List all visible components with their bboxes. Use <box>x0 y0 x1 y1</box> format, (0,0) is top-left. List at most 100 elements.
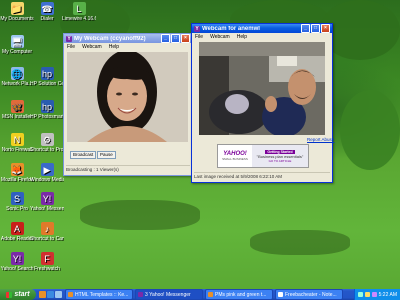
menu-help[interactable]: Help <box>237 34 247 40</box>
desktop-icon-glyph-icon: N <box>10 133 24 146</box>
menu-help[interactable]: Help <box>109 44 119 50</box>
desktop-icon[interactable]: hpHP Photosmart Essential <box>30 100 64 120</box>
desktop-icon-glyph-icon: 🌐 <box>10 67 24 80</box>
desktop-icon-glyph-icon: A <box>10 222 24 235</box>
viewer-webcam-titlebar[interactable]: Y Webcam for anemwl _ □ × <box>192 24 332 33</box>
desktop-icon-glyph-icon: hp <box>40 100 54 113</box>
my-webcam-titlebar[interactable]: Y My Webcam (ccyanoff92) _ □ × <box>64 34 192 43</box>
desktop-icon-glyph-icon: ☎ <box>40 2 54 15</box>
desktop-icon-glyph-icon: L <box>72 2 86 15</box>
my-webcam-window[interactable]: Y My Webcam (ccyanoff92) _ □ × File Webc… <box>63 33 193 176</box>
desktop-icon-label: Yahoo! Search <box>0 266 34 272</box>
taskbar-task-button[interactable]: 3 Yahoo! Messenger <box>135 289 203 300</box>
taskbar-task-button[interactable]: PMs pink and green t... <box>205 289 273 300</box>
desktop-icon-glyph-icon: hp <box>40 67 54 80</box>
tray-volume-icon[interactable] <box>364 292 370 297</box>
yahoo-icon: Y <box>194 25 200 32</box>
desktop-icon-glyph-icon: Y! <box>10 252 24 265</box>
desktop-icon[interactable]: ♪Shortcut to Canada.mp3 <box>30 222 64 242</box>
desktop-icon[interactable]: 🖥 My Computer <box>0 35 34 55</box>
task-label: Freebacheater - Note... <box>285 291 337 298</box>
ad-banner[interactable]: YAHOO! SMALL BUSINESS Getting Started "B… <box>217 144 309 168</box>
desktop-icon-glyph-icon: ⚙ <box>40 133 54 146</box>
desktop-icon[interactable]: ☎ Dialer <box>30 2 64 22</box>
desktop-icon-label: Mozilla Firefox <box>0 177 34 183</box>
desktop-icon[interactable]: ⚙Shortcut to Prog Files <box>30 133 64 153</box>
desktop-icon[interactable]: S Sonic Pro <box>0 192 34 212</box>
clock[interactable]: 5:22 AM <box>379 292 397 298</box>
my-webcam-menubar: File Webcam Help <box>64 43 192 50</box>
desktop-icon[interactable]: ▶Windows Media Player <box>30 163 64 183</box>
ad-text: Getting Started "Business plan essential… <box>252 145 308 167</box>
desktop-icon-label: HP Solution Center <box>30 81 64 87</box>
system-tray: 5:22 AM <box>353 289 400 300</box>
taskbar-task-button[interactable]: HTML Templates :: Ke... <box>65 289 133 300</box>
desktop-icon-label: Freshwatch <box>34 266 60 272</box>
minimize-button[interactable]: _ <box>301 24 310 33</box>
desktop-icon-glyph-icon: 🖥 <box>10 35 24 48</box>
desktop-icon-glyph-icon: ♪ <box>40 222 54 235</box>
desktop-icon[interactable]: N Norto Firewall <box>0 133 34 153</box>
desktop-icon[interactable]: 🦋 MSN Installer <box>0 100 34 120</box>
quicklaunch-firefox-icon[interactable] <box>39 291 46 298</box>
task-app-icon <box>68 292 73 297</box>
taskbar-buttons: HTML Templates :: Ke... 3 Yahoo! Messenge… <box>65 289 345 300</box>
menu-webcam[interactable]: Webcam <box>210 34 230 40</box>
ad-logo: YAHOO! SMALL BUSINESS <box>218 145 252 167</box>
viewer-webcam-window[interactable]: Y Webcam for anemwl _ □ × File Webcam He… <box>191 23 334 183</box>
task-label: PMs pink and green t... <box>215 291 267 298</box>
desktop-icon-label: Yahoo! Messenger <box>30 206 64 212</box>
desktop-icon[interactable]: Y!Yahoo! Messenger <box>30 192 64 212</box>
desktop: 📁 My Documents 🖥 My Computer 🌐 Network Pla...… <box>0 0 400 289</box>
desktop-icon[interactable]: 📁 My Documents <box>0 2 34 22</box>
task-label: HTML Templates :: Ke... <box>75 291 129 298</box>
task-app-icon <box>278 292 283 297</box>
close-button[interactable]: × <box>321 24 330 33</box>
start-label: start <box>14 291 30 298</box>
desktop-icon[interactable]: L Limewire 4.16.6 <box>62 2 96 22</box>
my-webcam-title: My Webcam (ccyanoff92) <box>74 35 146 42</box>
viewer-webcam-status: Last image received at 5/9/2008 6:22:10 … <box>194 172 330 180</box>
desktop-icon-label: MSN Installer <box>1 114 32 120</box>
tray-network-icon[interactable] <box>357 292 363 297</box>
minimize-button[interactable]: _ <box>161 34 170 43</box>
quicklaunch-ie-icon[interactable] <box>47 291 54 298</box>
broadcast-button[interactable]: Broadcast <box>70 151 97 159</box>
desktop-icon[interactable]: hpHP Solution Center <box>30 67 64 87</box>
desktop-icon-label: Dialer <box>40 16 54 22</box>
desktop-icon-glyph-icon: 🦋 <box>10 100 24 113</box>
ad-cta[interactable]: GO TO ARTICLE <box>269 159 292 163</box>
desktop-icon-label: Sonic Pro <box>6 206 28 212</box>
maximize-button[interactable]: □ <box>311 24 320 33</box>
menu-webcam[interactable]: Webcam <box>82 44 102 50</box>
pause-button[interactable]: Pause <box>97 151 116 159</box>
tray-messenger-icon[interactable] <box>371 292 377 297</box>
desktop-icon[interactable]: F Freshwatch <box>30 252 64 272</box>
start-button[interactable]: start <box>0 289 36 300</box>
desktop-icon[interactable]: Y! Yahoo! Search <box>0 252 34 272</box>
desktop-icon-label: HP Photosmart Essential <box>30 114 64 120</box>
maximize-button[interactable]: □ <box>171 34 180 43</box>
tree-shadow <box>80 200 200 230</box>
desktop-icon-label: Shortcut to Prog Files <box>30 147 64 153</box>
taskbar-task-button[interactable]: Freebacheater - Note... <box>275 289 343 300</box>
close-button[interactable]: × <box>181 34 190 43</box>
yahoo-icon: Y <box>66 35 72 42</box>
menu-file[interactable]: File <box>195 34 203 40</box>
desktop-icon-label: Windows Media Player <box>30 177 64 183</box>
desktop-icon-label: Adobe Reader <box>0 236 34 242</box>
desktop-icon-label: My Computer <box>1 49 32 55</box>
report-abuse-link[interactable]: Report Abuse <box>307 137 334 142</box>
menu-file[interactable]: File <box>67 44 75 50</box>
desktop-icon[interactable]: 🦊 Mozilla Firefox <box>0 163 34 183</box>
desktop-icon-label: Shortcut to Canada.mp3 <box>30 236 64 242</box>
viewer-webcam-menubar: File Webcam Help <box>192 33 332 40</box>
webcam-feed-remote <box>199 42 325 135</box>
task-app-icon <box>138 292 143 297</box>
desktop-icon-label: Limewire 4.16.6 <box>62 16 96 22</box>
quicklaunch-desktop-icon[interactable] <box>55 291 62 298</box>
task-app-icon <box>208 292 213 297</box>
desktop-icon[interactable]: A Adobe Reader <box>0 222 34 242</box>
desktop-icon-label: My Documents <box>0 16 34 22</box>
desktop-icon[interactable]: 🌐 Network Pla... <box>0 67 34 87</box>
